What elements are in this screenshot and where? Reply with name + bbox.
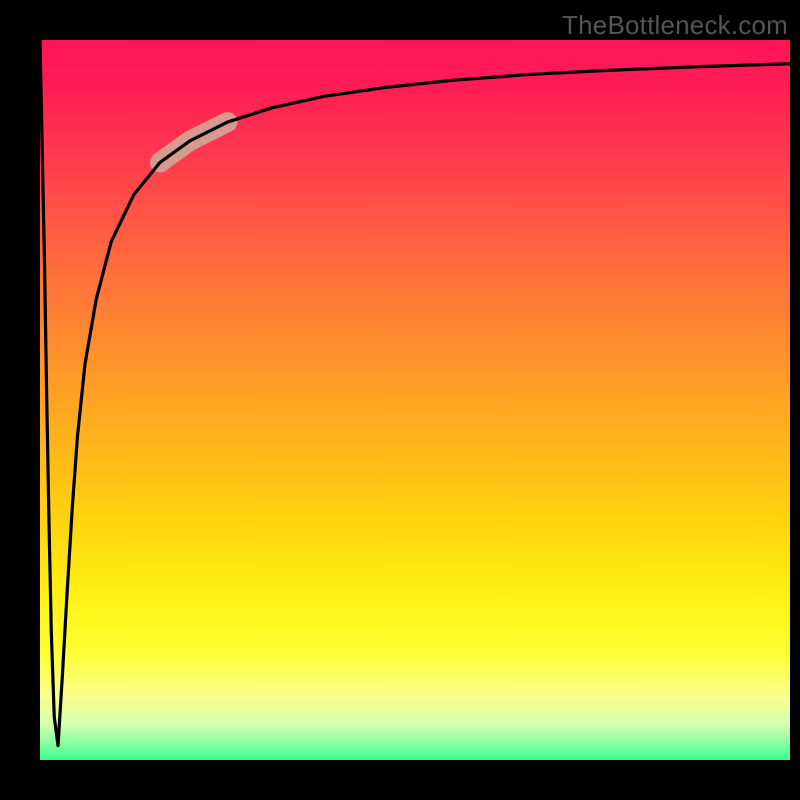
attribution-text: TheBottleneck.com [562,10,788,41]
curve-highlight-segment [160,122,228,162]
chart-frame: TheBottleneck.com [0,0,800,800]
curve-layer [40,40,790,760]
plot-area [40,40,790,760]
bottleneck-curve [40,40,790,746]
